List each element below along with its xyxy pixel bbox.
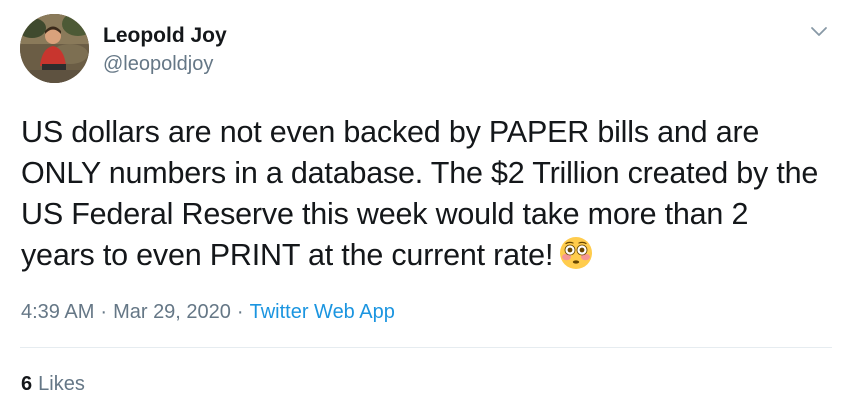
tweet-source-link[interactable]: Twitter Web App [250,301,395,323]
tweet-date[interactable]: Mar 29, 2020 [113,301,231,323]
tweet-meta: 4:39 AM · Mar 29, 2020 · Twitter Web App [21,300,395,324]
meta-separator: · [100,301,108,323]
avatar[interactable] [20,14,89,83]
author-handle[interactable]: @leopoldjoy [103,52,213,76]
chevron-down-icon[interactable] [806,22,832,42]
likes-count: 6 [21,373,33,395]
likes-label: Likes [38,373,85,395]
tweet-time[interactable]: 4:39 AM [21,301,94,323]
flushed-face-emoji-icon [559,236,593,270]
tweet-text: US dollars are not even backed by PAPER … [21,112,821,276]
likes-stat[interactable]: 6 Likes [21,372,85,396]
divider [20,347,832,348]
meta-separator: · [236,301,244,323]
author-name[interactable]: Leopold Joy [103,24,227,48]
profile-photo-image [20,14,89,83]
tweet-card: Leopold Joy @leopoldjoy US dollars are n… [0,0,850,419]
tweet-body: US dollars are not even backed by PAPER … [21,115,819,272]
